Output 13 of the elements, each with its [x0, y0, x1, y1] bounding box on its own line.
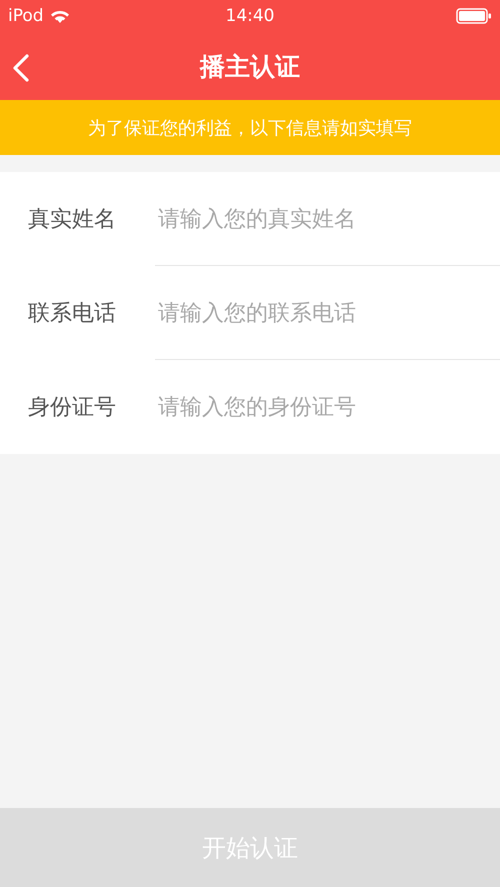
- input-field[interactable]: 请输入您的身份证号: [158, 387, 478, 427]
- input-field[interactable]: 请输入您的联系电话: [158, 293, 478, 333]
- field-label: 身份证号: [27, 394, 117, 422]
- back-icon[interactable]: [12, 54, 30, 82]
- status-time: 14:40: [226, 6, 274, 26]
- field-label: 联系电话: [27, 300, 117, 328]
- page-title: 播主认证: [200, 50, 300, 82]
- battery-icon: [456, 8, 492, 24]
- carrier-name: iPod: [8, 6, 44, 26]
- input-field[interactable]: 请输入您的真实姓名: [158, 199, 478, 239]
- field-label: 真实姓名: [27, 206, 117, 234]
- wifi-icon: [50, 8, 70, 24]
- notice-text: 为了保证您的利益，以下信息请如实填写: [88, 116, 412, 140]
